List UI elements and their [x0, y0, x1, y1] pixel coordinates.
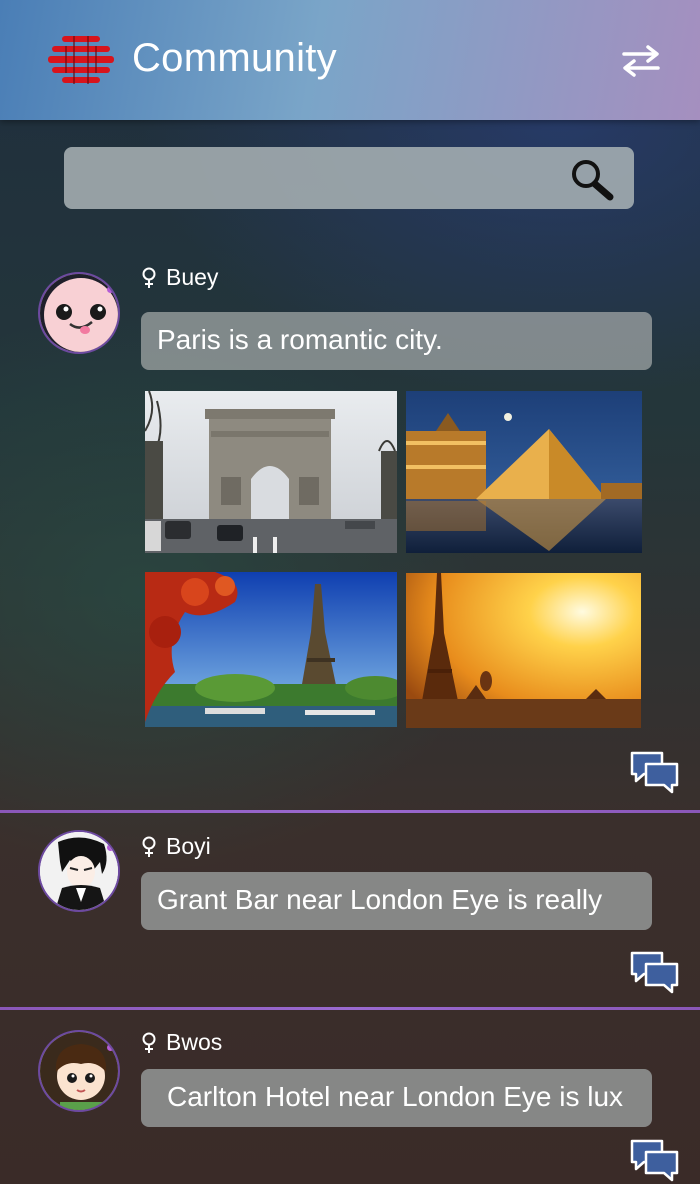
female-icon [142, 267, 156, 288]
app-logo-icon[interactable] [48, 36, 114, 84]
post-text: Grant Bar near London Eye is really [157, 884, 603, 915]
app-header: Community [0, 0, 700, 120]
avatar[interactable] [38, 1030, 120, 1112]
comment-icon[interactable] [630, 750, 680, 796]
female-icon [142, 836, 156, 857]
search-input[interactable] [78, 159, 562, 199]
arc-de-triomphe-photo[interactable] [145, 391, 397, 553]
swap-arrows-icon[interactable] [620, 44, 662, 78]
search-icon[interactable] [568, 157, 616, 201]
post-text: Paris is a romantic city. [157, 324, 443, 355]
eiffel-tower-sunset-photo[interactable] [406, 573, 641, 728]
comment-icon[interactable] [630, 950, 680, 996]
post-text-bubble[interactable]: Grant Bar near London Eye is really [141, 872, 652, 930]
username[interactable]: Bwos [166, 1029, 222, 1056]
page-title: Community [132, 36, 337, 80]
louvre-pyramid-photo[interactable] [406, 391, 642, 553]
comment-icon[interactable] [630, 1138, 680, 1184]
post-text: Carlton Hotel near London Eye is lux [167, 1081, 624, 1112]
username[interactable]: Buey [166, 264, 218, 291]
female-icon [142, 1032, 156, 1053]
username[interactable]: Boyi [166, 833, 211, 860]
post-text-bubble[interactable]: Carlton Hotel near London Eye is lux [141, 1069, 652, 1127]
post-divider [0, 1007, 700, 1010]
avatar[interactable] [38, 830, 120, 912]
post-text-bubble[interactable]: Paris is a romantic city. [141, 312, 652, 370]
eiffel-tower-day-photo[interactable] [145, 572, 397, 727]
avatar[interactable] [38, 272, 120, 354]
search-bar [64, 147, 634, 209]
post-divider [0, 810, 700, 813]
